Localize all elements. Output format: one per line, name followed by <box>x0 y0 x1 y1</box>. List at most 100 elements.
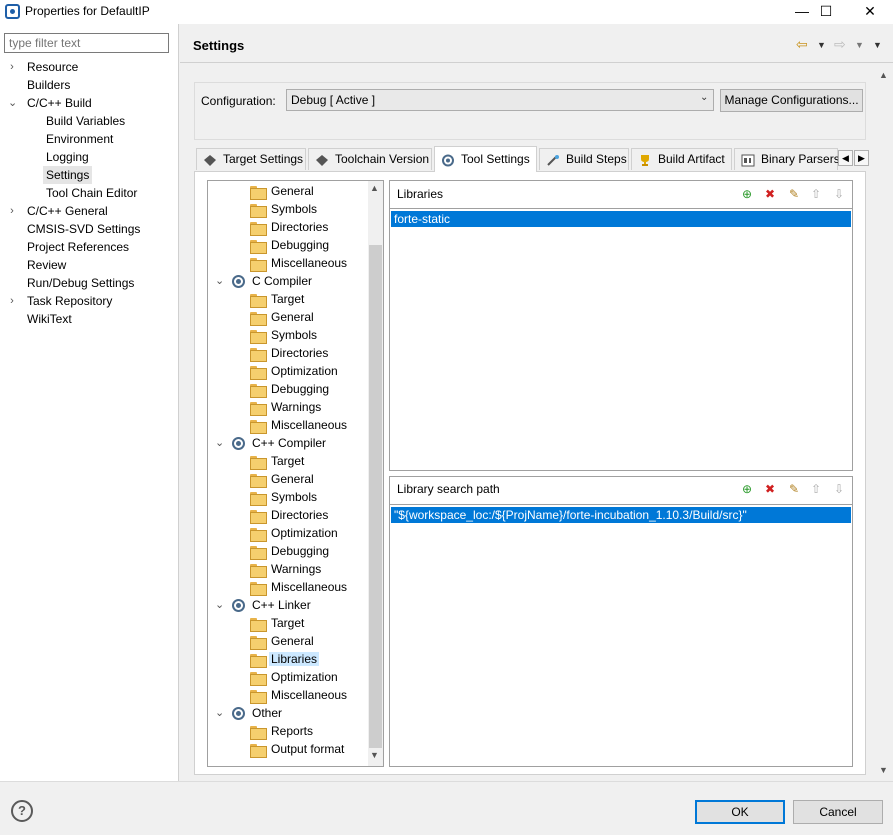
tree-item[interactable]: Miscellaneous <box>250 686 347 704</box>
tree-item[interactable]: Warnings <box>250 398 321 416</box>
nav-item-task-repository[interactable]: Task Repository <box>27 292 112 310</box>
edit-icon[interactable]: ✎ <box>786 481 802 497</box>
chevron-right-icon[interactable]: › <box>8 58 16 76</box>
chevron-right-icon[interactable]: › <box>8 202 16 220</box>
delete-icon[interactable]: ✖ <box>762 481 778 497</box>
tree-item[interactable]: Directories <box>250 506 328 524</box>
tree-item[interactable]: Directories <box>250 218 328 236</box>
tree-item[interactable]: Debugging <box>250 542 329 560</box>
tree-item[interactable]: Target <box>250 290 304 308</box>
nav-item-tool-chain-editor[interactable]: Tool Chain Editor <box>46 184 137 202</box>
tree-item[interactable]: Symbols <box>250 326 317 344</box>
list-item[interactable]: "${workspace_loc:/${ProjName}/forte-incu… <box>391 507 851 523</box>
tree-item[interactable]: Reports <box>250 722 313 740</box>
tree-item[interactable]: Miscellaneous <box>250 416 347 434</box>
tab-tool-settings[interactable]: Tool Settings <box>434 146 537 172</box>
tree-item[interactable]: General <box>250 308 314 326</box>
tree-item[interactable]: Optimization <box>250 524 338 542</box>
chevron-down-icon[interactable]: ⌄ <box>215 596 224 614</box>
nav-item-project-references[interactable]: Project References <box>27 238 129 256</box>
tree-item-cpp-compiler[interactable]: C++ Compiler <box>232 434 326 452</box>
folder-icon <box>250 329 267 344</box>
tree-item[interactable]: Warnings <box>250 560 321 578</box>
list-item[interactable]: forte-static <box>391 211 851 227</box>
folder-icon <box>250 689 267 704</box>
back-arrow-icon[interactable]: ⇦ <box>796 36 808 53</box>
chevron-right-icon[interactable]: › <box>8 292 16 310</box>
ok-button[interactable]: OK <box>695 800 785 824</box>
move-up-icon[interactable]: ⇧ <box>808 186 824 202</box>
chevron-down-icon[interactable]: ⌄ <box>215 704 224 722</box>
move-down-icon[interactable]: ⇩ <box>831 481 847 497</box>
tree-item-libraries[interactable]: Libraries <box>250 650 320 668</box>
tab-build-steps[interactable]: Build Steps <box>539 148 629 170</box>
tree-item-label: Optimization <box>271 526 338 540</box>
chevron-down-icon[interactable]: ⌄ <box>215 272 224 290</box>
main-scrollbar[interactable]: ▲ ▼ <box>876 68 893 781</box>
tree-item[interactable]: Output format <box>250 740 344 758</box>
nav-item-cpp-build[interactable]: C/C++ Build <box>27 94 92 112</box>
tree-item[interactable]: General <box>250 470 314 488</box>
move-up-icon[interactable]: ⇧ <box>808 481 824 497</box>
tree-item[interactable]: Symbols <box>250 200 317 218</box>
manage-configurations-button[interactable]: Manage Configurations... <box>720 89 863 112</box>
tree-item-other[interactable]: Other <box>232 704 282 722</box>
nav-item-cmsis-svd-settings[interactable]: CMSIS-SVD Settings <box>27 220 140 238</box>
view-menu-icon[interactable]: ▼ <box>873 40 882 50</box>
tree-item[interactable]: Directories <box>250 344 328 362</box>
scroll-up-icon[interactable]: ▲ <box>370 183 379 193</box>
nav-item-logging[interactable]: Logging <box>46 148 89 166</box>
nav-item-build-variables[interactable]: Build Variables <box>46 112 125 130</box>
help-icon[interactable]: ? <box>11 800 33 822</box>
tree-item[interactable]: General <box>250 182 314 200</box>
tab-scroll-right-icon[interactable]: ▶ <box>854 150 869 166</box>
tree-item[interactable]: Miscellaneous <box>250 254 347 272</box>
nav-item-wikitext[interactable]: WikiText <box>27 310 72 328</box>
tree-scroll-thumb[interactable] <box>369 245 382 748</box>
tree-item[interactable]: Target <box>250 452 304 470</box>
tree-item[interactable]: Optimization <box>250 668 338 686</box>
scroll-down-icon[interactable]: ▼ <box>879 765 888 775</box>
edit-icon[interactable]: ✎ <box>786 186 802 202</box>
nav-item-review[interactable]: Review <box>27 256 66 274</box>
tree-item[interactable]: Target <box>250 614 304 632</box>
chevron-down-icon[interactable]: ⌄ <box>8 94 17 112</box>
cancel-button[interactable]: Cancel <box>793 800 883 824</box>
nav-item-run-debug-settings[interactable]: Run/Debug Settings <box>27 274 134 292</box>
tree-item[interactable]: General <box>250 632 314 650</box>
tab-binary-parsers[interactable]: Binary Parsers <box>734 148 840 170</box>
nav-item-resource[interactable]: Resource <box>27 58 78 76</box>
back-dropdown-icon[interactable]: ▼ <box>817 40 826 50</box>
tree-item[interactable]: Symbols <box>250 488 317 506</box>
nav-item-settings[interactable]: Settings <box>43 166 93 184</box>
add-icon[interactable]: ⊕ <box>739 186 755 202</box>
scroll-down-icon[interactable]: ▼ <box>370 750 379 760</box>
tree-item-label: General <box>271 310 314 324</box>
tab-scroll-left-icon[interactable]: ◀ <box>838 150 853 166</box>
chevron-down-icon[interactable]: ⌄ <box>700 92 708 103</box>
add-icon[interactable]: ⊕ <box>739 481 755 497</box>
filter-input[interactable] <box>4 33 169 53</box>
configuration-select[interactable]: Debug [ Active ] <box>286 89 714 111</box>
tab-build-artifact[interactable]: Build Artifact <box>631 148 732 170</box>
nav-item-cpp-general[interactable]: C/C++ General <box>27 202 108 220</box>
tree-item[interactable]: Debugging <box>250 380 329 398</box>
chevron-down-icon[interactable]: ⌄ <box>215 434 224 452</box>
move-down-icon[interactable]: ⇩ <box>831 186 847 202</box>
close-button[interactable]: ✕ <box>847 0 893 24</box>
tree-item[interactable]: Miscellaneous <box>250 578 347 596</box>
tree-item[interactable]: Optimization <box>250 362 338 380</box>
tree-item[interactable]: Debugging <box>250 236 329 254</box>
forward-arrow-icon[interactable]: ⇨ <box>834 36 846 53</box>
forward-dropdown-icon[interactable]: ▼ <box>855 40 864 50</box>
tab-toolchain-version[interactable]: Toolchain Version <box>308 148 432 170</box>
nav-item-builders[interactable]: Builders <box>27 76 70 94</box>
tab-target-settings[interactable]: Target Settings <box>196 148 306 170</box>
delete-icon[interactable]: ✖ <box>762 186 778 202</box>
nav-item-environment[interactable]: Environment <box>46 130 113 148</box>
tree-item-c-compiler[interactable]: C Compiler <box>232 272 312 290</box>
scroll-up-icon[interactable]: ▲ <box>879 70 888 80</box>
divider <box>389 504 853 505</box>
maximize-button[interactable]: ☐ <box>803 0 849 24</box>
tree-item-cpp-linker[interactable]: C++ Linker <box>232 596 311 614</box>
